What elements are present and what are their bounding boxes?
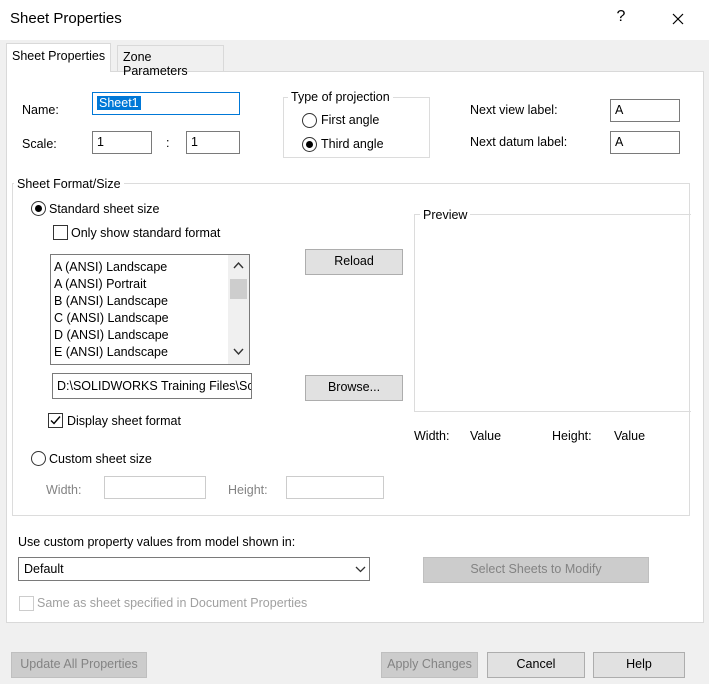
model-view-dropdown[interactable]: Default: [18, 557, 370, 581]
reload-button[interactable]: Reload: [305, 249, 403, 275]
list-item[interactable]: B (ANSI) Landscape: [54, 294, 168, 308]
custom-size-label[interactable]: Custom sheet size: [49, 452, 152, 466]
standard-size-label[interactable]: Standard sheet size: [49, 202, 160, 216]
third-angle-radio[interactable]: [302, 137, 317, 152]
same-as-label[interactable]: Same as sheet specified in Document Prop…: [37, 596, 307, 610]
chevron-up-icon[interactable]: [233, 261, 244, 269]
help-button[interactable]: Help: [593, 652, 685, 678]
sheet-size-list[interactable]: A (ANSI) Landscape A (ANSI) Portrait B (…: [50, 254, 250, 365]
check-icon: [50, 416, 61, 425]
window-title: Sheet Properties: [10, 10, 122, 27]
close-icon: [672, 13, 684, 25]
sheet-format-path-input[interactable]: D:\SOLIDWORKS Training Files\Sc: [52, 373, 252, 399]
next-view-input[interactable]: A: [610, 99, 680, 122]
only-standard-checkbox[interactable]: [53, 225, 68, 240]
custom-width-input[interactable]: [104, 476, 206, 499]
custom-size-radio[interactable]: [31, 451, 46, 466]
display-format-checkbox[interactable]: [48, 413, 63, 428]
scale-denominator-input[interactable]: 1: [186, 131, 240, 154]
scale-numerator-input[interactable]: 1: [92, 131, 152, 154]
list-scrollbar[interactable]: [228, 255, 249, 364]
preview-height-value: Value: [614, 429, 646, 443]
next-datum-input[interactable]: A: [610, 131, 680, 154]
scale-separator: :: [166, 136, 170, 150]
list-item[interactable]: C (ANSI) Landscape: [54, 311, 169, 325]
chevron-down-icon: [355, 566, 366, 573]
update-all-properties-button[interactable]: Update All Properties: [11, 652, 147, 678]
standard-size-radio[interactable]: [31, 201, 46, 216]
custom-width-label: Width:: [46, 483, 82, 497]
list-item[interactable]: E (ANSI) Landscape: [54, 345, 168, 359]
display-format-label[interactable]: Display sheet format: [67, 414, 181, 428]
first-angle-label[interactable]: First angle: [321, 113, 379, 127]
same-as-checkbox[interactable]: [19, 596, 34, 611]
first-angle-radio[interactable]: [302, 113, 317, 128]
custom-height-input[interactable]: [286, 476, 384, 499]
next-view-label: Next view label:: [470, 103, 558, 117]
only-standard-label[interactable]: Only show standard format: [71, 226, 220, 240]
dropdown-value: Default: [24, 562, 64, 576]
select-sheets-button[interactable]: Select Sheets to Modify: [423, 557, 649, 583]
scroll-thumb[interactable]: [230, 279, 247, 299]
projection-title: Type of projection: [288, 90, 393, 104]
close-button[interactable]: [664, 5, 692, 33]
custom-property-label: Use custom property values from model sh…: [18, 535, 296, 549]
third-angle-label[interactable]: Third angle: [321, 137, 384, 151]
custom-height-label: Height:: [228, 483, 268, 497]
name-input-value: Sheet1: [97, 96, 141, 110]
browse-button[interactable]: Browse...: [305, 375, 403, 401]
sheet-format-title: Sheet Format/Size: [14, 177, 124, 191]
preview-width-label: Width:: [414, 429, 450, 443]
preview-height-label: Height:: [552, 429, 592, 443]
list-item[interactable]: A (ANSI) Landscape: [54, 260, 167, 274]
preview-box: [414, 214, 691, 412]
name-input[interactable]: Sheet1: [92, 92, 240, 115]
next-datum-label: Next datum label:: [470, 135, 568, 149]
tab-zone-parameters[interactable]: Zone Parameters: [117, 45, 224, 78]
apply-changes-button[interactable]: Apply Changes: [381, 652, 478, 678]
cancel-button[interactable]: Cancel: [487, 652, 585, 678]
preview-width-value: Value: [470, 429, 502, 443]
list-item[interactable]: A (ANSI) Portrait: [54, 277, 146, 291]
help-question-button[interactable]: ?: [613, 8, 629, 26]
preview-title: Preview: [420, 208, 471, 222]
scale-label: Scale:: [22, 137, 57, 151]
list-item[interactable]: D (ANSI) Landscape: [54, 328, 169, 342]
chevron-down-icon[interactable]: [233, 348, 244, 356]
name-label: Name:: [22, 103, 59, 117]
tab-sheet-properties[interactable]: Sheet Properties: [6, 43, 112, 72]
